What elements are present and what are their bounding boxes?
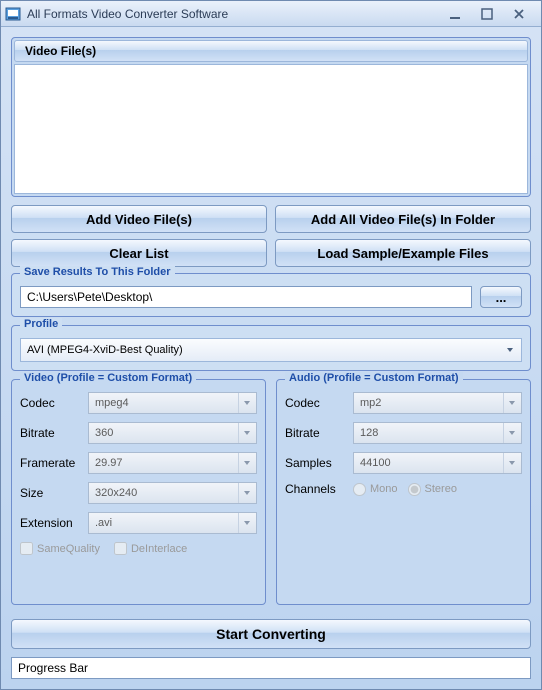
add-video-files-button[interactable]: Add Video File(s) xyxy=(11,205,267,233)
video-codec-select[interactable]: mpeg4 xyxy=(88,392,257,414)
video-group: Video (Profile = Custom Format) Codec mp… xyxy=(11,379,266,605)
profile-select[interactable]: AVI (MPEG4-XviD-Best Quality) xyxy=(20,338,522,362)
video-size-label: Size xyxy=(20,486,82,500)
close-button[interactable] xyxy=(507,6,531,22)
chevron-down-icon xyxy=(503,343,517,357)
app-window: All Formats Video Converter Software Vid… xyxy=(0,0,542,690)
content-area: Video File(s) Add Video File(s) Add All … xyxy=(1,27,541,689)
video-codec-label: Codec xyxy=(20,396,82,410)
chevron-down-icon xyxy=(503,393,519,413)
window-controls xyxy=(443,6,537,22)
video-bitrate-label: Bitrate xyxy=(20,426,82,440)
channels-stereo-radio[interactable]: Stereo xyxy=(408,483,457,496)
video-framerate-label: Framerate xyxy=(20,456,82,470)
audio-legend: Audio (Profile = Custom Format) xyxy=(285,372,463,384)
clear-list-button[interactable]: Clear List xyxy=(11,239,267,267)
deinterlace-checkbox[interactable]: DeInterlace xyxy=(114,542,187,555)
save-folder-legend: Save Results To This Folder xyxy=(20,266,175,278)
chevron-down-icon xyxy=(503,423,519,443)
save-folder-group: Save Results To This Folder C:\Users\Pet… xyxy=(11,273,531,317)
file-list-header: Video File(s) xyxy=(14,40,528,62)
video-legend: Video (Profile = Custom Format) xyxy=(20,372,196,384)
profile-value: AVI (MPEG4-XviD-Best Quality) xyxy=(27,344,183,356)
file-list-group: Video File(s) xyxy=(11,37,531,197)
window-title: All Formats Video Converter Software xyxy=(27,7,443,21)
video-extension-label: Extension xyxy=(20,516,82,530)
save-folder-input[interactable]: C:\Users\Pete\Desktop\ xyxy=(20,286,472,308)
chevron-down-icon xyxy=(238,453,254,473)
video-framerate-select[interactable]: 29.97 xyxy=(88,452,257,474)
chevron-down-icon xyxy=(238,393,254,413)
audio-channels-label: Channels xyxy=(285,482,347,496)
channels-mono-radio[interactable]: Mono xyxy=(353,483,398,496)
maximize-button[interactable] xyxy=(475,6,499,22)
add-all-in-folder-button[interactable]: Add All Video File(s) In Folder xyxy=(275,205,531,233)
start-converting-button[interactable]: Start Converting xyxy=(11,619,531,649)
chevron-down-icon xyxy=(503,453,519,473)
audio-codec-label: Codec xyxy=(285,396,347,410)
audio-samples-label: Samples xyxy=(285,456,347,470)
video-bitrate-select[interactable]: 360 xyxy=(88,422,257,444)
chevron-down-icon xyxy=(238,483,254,503)
audio-codec-select[interactable]: mp2 xyxy=(353,392,522,414)
titlebar: All Formats Video Converter Software xyxy=(1,1,541,27)
same-quality-checkbox[interactable]: SameQuality xyxy=(20,542,100,555)
audio-samples-select[interactable]: 44100 xyxy=(353,452,522,474)
video-size-select[interactable]: 320x240 xyxy=(88,482,257,504)
audio-group: Audio (Profile = Custom Format) Codec mp… xyxy=(276,379,531,605)
audio-bitrate-label: Bitrate xyxy=(285,426,347,440)
profile-group: Profile AVI (MPEG4-XviD-Best Quality) xyxy=(11,325,531,371)
app-icon xyxy=(5,6,21,22)
chevron-down-icon xyxy=(238,423,254,443)
file-list[interactable] xyxy=(14,64,528,194)
video-extension-select[interactable]: .avi xyxy=(88,512,257,534)
chevron-down-icon xyxy=(238,513,254,533)
profile-legend: Profile xyxy=(20,318,62,330)
progress-bar: Progress Bar xyxy=(11,657,531,679)
browse-folder-button[interactable]: ... xyxy=(480,286,522,308)
audio-bitrate-select[interactable]: 128 xyxy=(353,422,522,444)
minimize-button[interactable] xyxy=(443,6,467,22)
load-sample-files-button[interactable]: Load Sample/Example Files xyxy=(275,239,531,267)
